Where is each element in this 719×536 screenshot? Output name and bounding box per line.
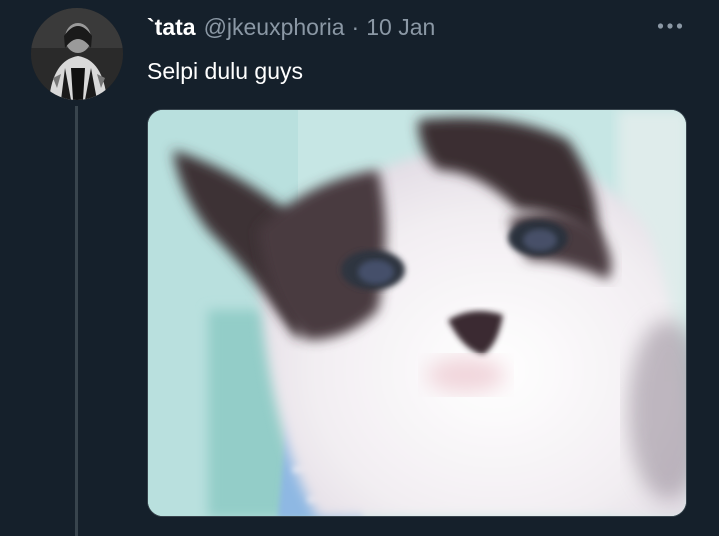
tweet[interactable]: `tata @jkeuxphoria · 10 Jan Selpi dulu g… — [0, 0, 719, 536]
timestamp[interactable]: 10 Jan — [366, 14, 435, 41]
tweet-media-photo[interactable] — [147, 109, 687, 517]
kitten-photo — [148, 110, 686, 516]
display-name[interactable]: `tata — [147, 14, 196, 41]
tweet-header: `tata @jkeuxphoria · 10 Jan — [147, 11, 435, 43]
more-horizontal-icon — [657, 17, 683, 35]
tweet-text: Selpi dulu guys — [147, 58, 303, 84]
avatar[interactable] — [31, 8, 123, 100]
user-handle[interactable]: @jkeuxphoria — [204, 14, 345, 41]
thread-connector-line — [75, 106, 78, 536]
more-options-button[interactable] — [654, 14, 686, 38]
separator-dot: · — [351, 13, 360, 40]
